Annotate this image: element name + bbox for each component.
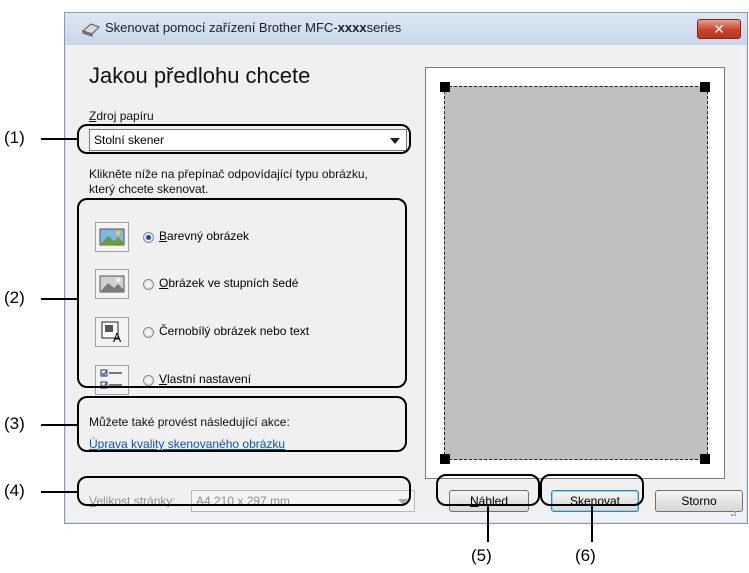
callout-label-1: (1) [4,128,25,147]
callout-line-4 [41,491,77,493]
callout-highlight-3 [77,396,407,452]
callout-line-6 [591,506,593,542]
crop-handle-bottom-left[interactable] [440,454,450,464]
callout-highlight-1 [77,124,411,154]
callout-highlight-6 [540,474,644,506]
window-title: Skenovat pomocí zařízení Brother MFC-xxx… [105,20,402,35]
callout-line-1 [41,138,77,140]
callout-highlight-2 [77,198,407,388]
crop-handle-top-left[interactable] [440,82,450,92]
callout-highlight-4 [77,476,411,506]
instruction-line-2: který chcete skenovat. [89,182,209,196]
callout-label-3: (3) [4,414,25,433]
callout-highlight-5 [436,474,540,506]
callout-label-2: (2) [4,288,25,307]
close-button[interactable]: ✕ [697,19,741,39]
callout-label-6: (6) [575,546,596,565]
callout-label-4: (4) [4,481,25,500]
page-title: Jakou předlohu chcete [89,63,311,88]
scan-region[interactable] [444,86,708,460]
preview-area[interactable] [425,67,725,479]
resize-grip-icon[interactable] [727,507,737,517]
scanner-app-icon [82,23,100,37]
title-bar[interactable]: Skenovat pomocí zařízení Brother MFC-xxx… [65,13,747,45]
callout-line-2 [41,298,77,300]
callout-line-5 [487,506,489,542]
crop-handle-bottom-right[interactable] [700,454,710,464]
paper-source-label: Zdroj papíru [89,109,154,123]
callout-line-3 [41,424,77,426]
crop-handle-top-right[interactable] [700,82,710,92]
callout-label-5: (5) [471,546,492,565]
close-icon: ✕ [713,21,725,37]
instruction-line-1: Klikněte níže na přepínač odpovídající t… [89,167,368,181]
